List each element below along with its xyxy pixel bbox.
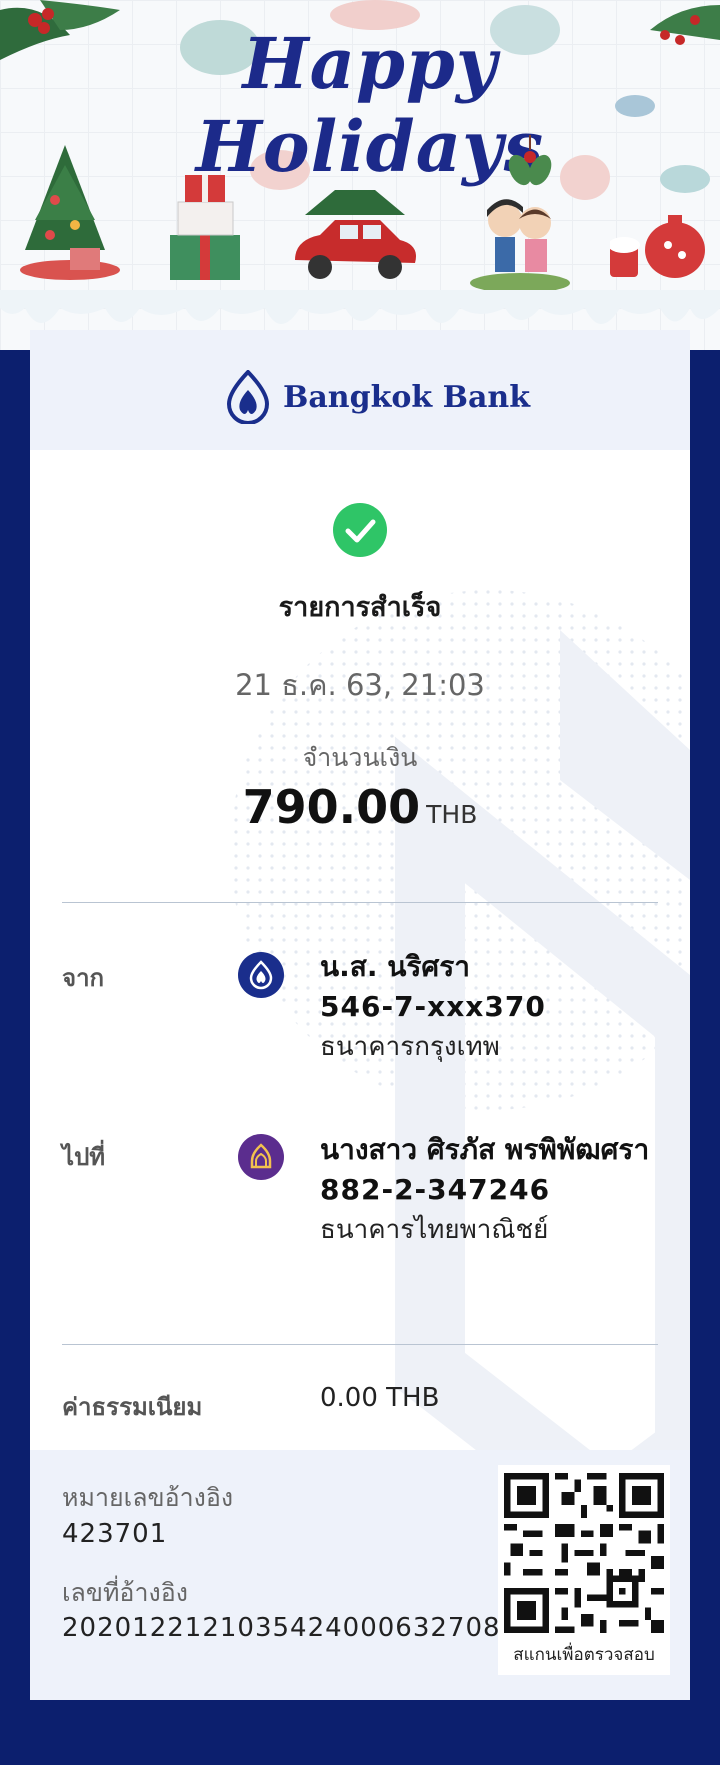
ref-id-label: เลขที่อ้างอิง [62,1578,188,1607]
bangkok-bank-logo-icon [226,370,270,424]
transaction-datetime: 21 ธ.ค. 63, 21:03 [235,668,485,702]
to-bank: ธนาคารไทยพาณิชย์ [320,1215,549,1245]
ref-no-value: 423701 [62,1519,168,1549]
from-bank: ธนาคารกรุงเทพ [320,1032,500,1062]
card-header: Bangkok Bank [30,330,690,450]
qr-caption: สแกนเพื่อตรวจสอบ [513,1645,655,1665]
from-label: จาก [62,964,105,992]
fee-value: 0.00 THB [320,1383,440,1413]
scb-bank-mini-icon [250,1143,272,1169]
amount-value: 790.00 [242,780,421,834]
amount-label: จำนวนเงิน [302,743,418,772]
mistletoe-icon [508,135,552,186]
from-name: น.ส. นริศรา [320,950,470,983]
amount-currency: THB [426,800,478,829]
christmas-tree-icon [20,145,120,280]
fee-label: ค่าธรรมเนียม [62,1393,203,1421]
qr-code-icon [504,1473,664,1633]
bangkok-bank-mini-icon [249,960,273,990]
amount-row: 790.00 THB [30,780,690,834]
teapot-icon [610,215,705,278]
holly-icon [650,5,720,45]
car-icon [295,190,416,279]
success-check-icon [333,503,387,557]
status-text: รายการสำเร็จ [278,592,442,623]
to-name: นางสาว ศิรภัส พรพิพัฒศรา [320,1133,650,1166]
to-account: 882-2-347246 [320,1173,551,1206]
divider [62,902,658,903]
from-details: น.ส. นริศรา 546-7-xxx370 ธนาคารกรุงเทพ [320,947,660,1067]
bank-name: Bangkok Bank [283,379,531,415]
couple-icon [470,199,570,293]
ref-no-label: หมายเลขอ้างอิง [62,1483,234,1512]
scb-bank-icon [238,1134,284,1180]
receipt-card: Bangkok Bank รายการสำเร็จ 21 ธ.ค. 63, 21… [30,330,690,1700]
ref-id-value: 2020122121035424000632708 [62,1613,501,1643]
to-label: ไปที่ [62,1143,106,1171]
qr-code-block[interactable]: สแกนเพื่อตรวจสอบ [498,1465,670,1675]
gift-boxes-icon [170,175,240,280]
decor-blob [660,165,710,193]
holiday-banner: Happy Holidays [0,0,720,350]
bank-logo: Bangkok Bank [225,370,530,424]
bangkok-bank-icon [238,952,284,998]
to-details: นางสาว ศิรภัส พรพิพัฒศรา 882-2-347246 ธน… [320,1130,660,1250]
divider [62,1344,658,1345]
holly-icon [0,0,120,60]
from-account: 546-7-xxx370 [320,990,546,1023]
